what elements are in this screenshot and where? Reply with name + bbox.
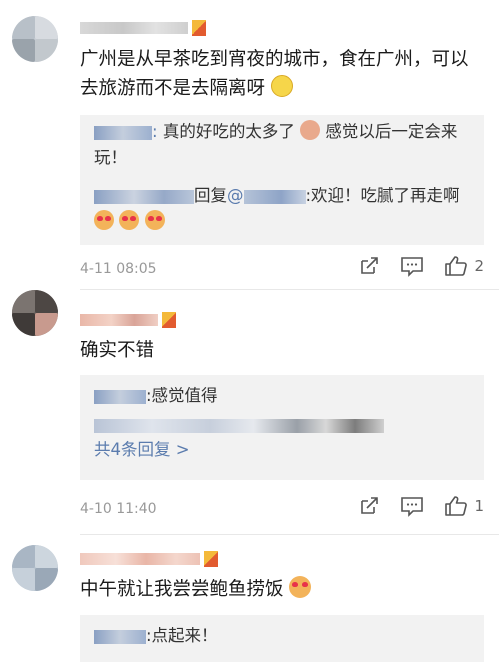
username[interactable]	[80, 18, 206, 38]
replies-box[interactable]: :点起来！	[80, 615, 484, 662]
reply-username[interactable]	[94, 125, 152, 140]
heart-eyes-emoji-icon	[144, 210, 165, 230]
timestamp: 4-11 08:05	[80, 261, 157, 277]
avatar[interactable]	[12, 16, 58, 62]
timestamp: 4-10 11:40	[80, 501, 157, 517]
comment-icon	[401, 257, 424, 277]
heart-eyes-emoji-icon	[94, 210, 114, 230]
heart-eyes-emoji-icon	[289, 576, 312, 598]
replies-box[interactable]: : 真的好吃的太多了 感觉以后一定会来玩！ 回复@:欢迎！吃腻了再走啊	[80, 115, 484, 245]
username[interactable]	[80, 549, 218, 569]
user-badge-icon	[162, 312, 176, 328]
comment-meta: 4-11 08:05 2	[80, 255, 484, 285]
reply-item[interactable]: 回复@:欢迎！吃腻了再走啊	[94, 183, 470, 235]
comment-button[interactable]	[400, 255, 424, 277]
comment-item: 确实不错 :感觉值得 共4条回复 > 4-10 11:40 1	[0, 290, 499, 535]
user-badge-icon	[204, 551, 218, 567]
reply-item[interactable]	[94, 419, 384, 433]
reply-item[interactable]: :感觉值得	[94, 383, 470, 409]
username[interactable]	[80, 310, 176, 330]
smirk-emoji-icon	[270, 75, 293, 97]
avatar[interactable]	[12, 290, 58, 336]
comment-item: 中午就让我尝尝鲍鱼捞饭 :点起来！	[0, 535, 499, 662]
comment-text: 确实不错	[80, 340, 155, 361]
reply-username[interactable]	[94, 629, 146, 644]
comment-button[interactable]	[400, 495, 424, 517]
like-button[interactable]: 1	[444, 495, 484, 517]
user-badge-icon	[192, 20, 206, 36]
share-icon	[361, 497, 379, 514]
like-icon	[445, 496, 468, 516]
comment-text: 中午就让我尝尝鲍鱼捞饭	[80, 575, 479, 604]
view-more-replies-link[interactable]: 共4条回复 >	[94, 437, 470, 463]
comment-icon	[401, 497, 424, 517]
share-button[interactable]	[358, 255, 380, 277]
like-count: 2	[474, 257, 484, 275]
replies-box[interactable]: :感觉值得 共4条回复 >	[80, 375, 484, 480]
heart-eyes-emoji-icon	[119, 210, 140, 230]
reply-username[interactable]	[94, 189, 194, 204]
share-button[interactable]	[358, 495, 380, 517]
like-button[interactable]: 2	[444, 255, 484, 277]
comment-item: 广州是从早茶吃到宵夜的城市，食在广州，可以去旅游而不是去隔离呀 : 真的好吃的太…	[0, 0, 499, 290]
avatar[interactable]	[12, 545, 58, 591]
comment-text: 广州是从早茶吃到宵夜的城市，食在广州，可以去旅游而不是去隔离呀	[80, 49, 469, 99]
like-icon	[445, 256, 468, 276]
reply-username[interactable]	[94, 389, 146, 404]
reply-item[interactable]: : 真的好吃的太多了 感觉以后一定会来玩！	[94, 119, 470, 171]
monkey-emoji-icon	[300, 120, 321, 140]
like-count: 1	[474, 497, 484, 515]
comment-meta: 4-10 11:40 1	[80, 495, 484, 525]
reply-item[interactable]: :点起来！	[94, 623, 470, 649]
share-icon	[361, 257, 379, 274]
